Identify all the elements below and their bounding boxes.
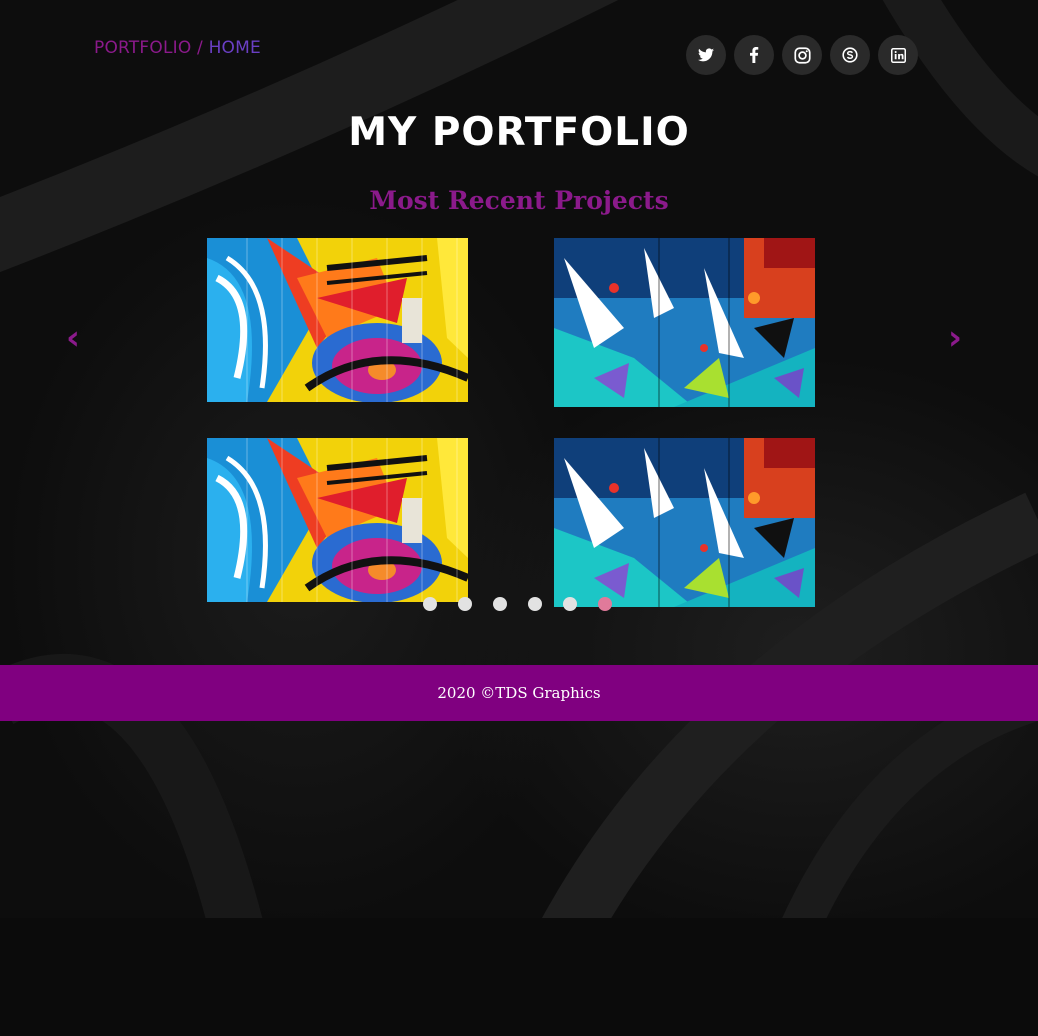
facebook-icon [750,47,759,63]
project-image-yellow[interactable] [207,238,468,402]
carousel-prev-arrow[interactable]: ‹ [66,318,80,358]
carousel-dot[interactable] [458,597,472,611]
section-subtitle: Most Recent Projects [369,186,669,215]
breadcrumb-portfolio-link[interactable]: PORTFOLIO [94,38,191,58]
instagram-icon [793,46,811,64]
breadcrumb-home-link[interactable]: HOME [209,38,261,58]
project-image-blue[interactable] [554,438,815,607]
project-image-blue[interactable] [554,238,815,407]
breadcrumb-separator: / [191,38,209,58]
footer: 2020 ©TDS Graphics [0,665,1038,721]
linkedin-icon [890,47,906,63]
carousel-next-arrow[interactable]: › [948,318,962,358]
skype-icon [842,47,858,63]
page-background [0,0,1038,1036]
page-title: MY PORTFOLIO [348,110,690,155]
project-image-yellow[interactable] [207,438,468,602]
carousel-dot[interactable] [528,597,542,611]
carousel-dot-active[interactable] [598,597,612,611]
breadcrumb: PORTFOLIO / HOME [94,38,261,58]
facebook-button[interactable] [734,35,774,75]
instagram-button[interactable] [782,35,822,75]
carousel-dot[interactable] [493,597,507,611]
footer-copyright: 2020 ©TDS Graphics [437,684,601,702]
twitter-icon [698,48,714,62]
carousel-dot[interactable] [563,597,577,611]
skype-button[interactable] [830,35,870,75]
carousel-pagination [423,597,612,611]
social-links [686,35,918,75]
linkedin-button[interactable] [878,35,918,75]
twitter-button[interactable] [686,35,726,75]
carousel-dot[interactable] [423,597,437,611]
